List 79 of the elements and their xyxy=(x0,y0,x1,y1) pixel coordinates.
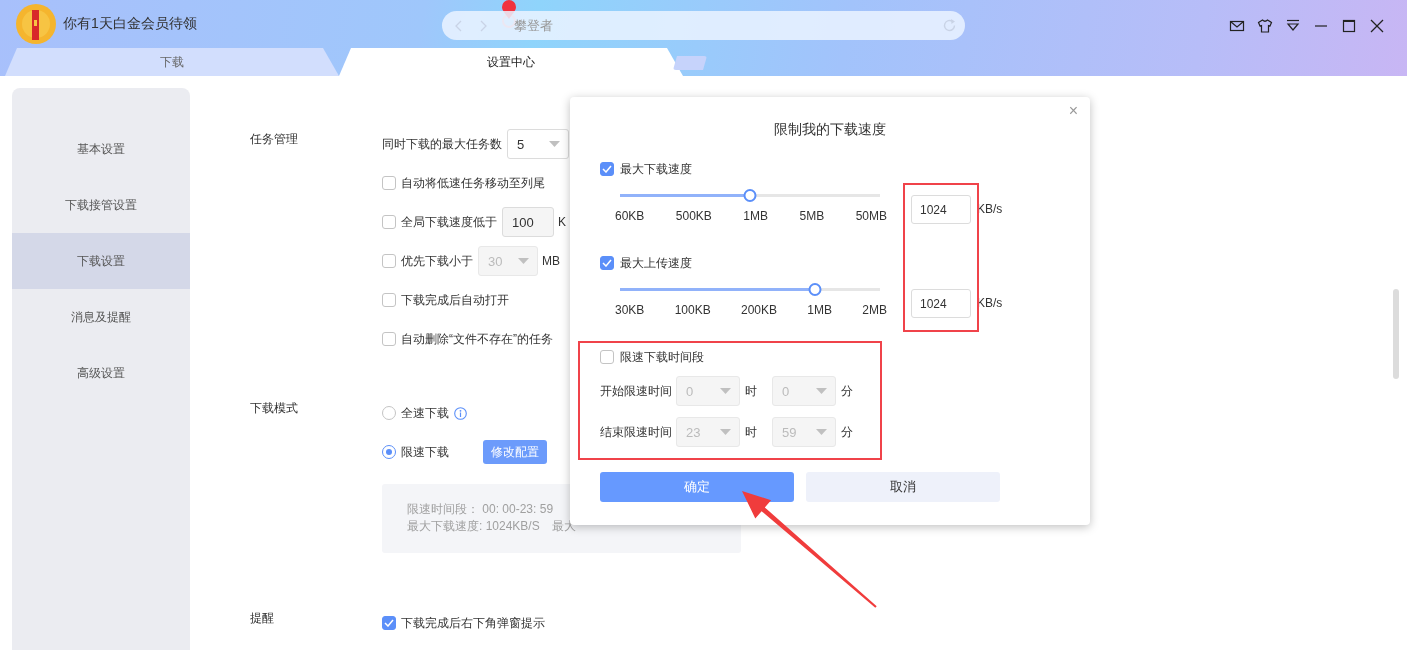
slider-thumb[interactable] xyxy=(743,189,757,202)
checkbox[interactable] xyxy=(600,162,614,176)
slider-thumb[interactable] xyxy=(808,283,822,296)
tick-label: 30KB xyxy=(615,302,645,318)
option-label: 全速下载 xyxy=(401,404,449,422)
unit-label: 时 xyxy=(744,423,758,441)
address-text: 攀登者 xyxy=(514,16,553,35)
avatar-icon[interactable] xyxy=(16,4,56,44)
option-label: 开始限速时间 xyxy=(600,382,673,400)
info-icon[interactable] xyxy=(454,406,467,420)
input-field[interactable]: 1024 xyxy=(911,289,971,318)
info-text: 最大 xyxy=(551,518,576,535)
tick-label: 50MB xyxy=(855,208,887,224)
close-icon[interactable] xyxy=(1369,18,1385,34)
tick-label: 2MB xyxy=(862,302,887,318)
checkbox[interactable] xyxy=(600,256,614,270)
info-text: 最大下载速度: 1024KB/S xyxy=(407,518,540,535)
unit-label: K xyxy=(558,215,566,229)
option-label: 自动删除“文件不存在”的任务 xyxy=(401,330,553,348)
caret-icon xyxy=(720,429,731,435)
option-label: 限速下载时间段 xyxy=(620,348,704,366)
option-label: 最大下载速度 xyxy=(620,160,692,178)
checkbox[interactable] xyxy=(382,293,396,307)
option-label: 最大上传速度 xyxy=(620,254,692,272)
checkbox[interactable] xyxy=(382,616,396,630)
caret-icon xyxy=(816,388,827,394)
checkbox[interactable] xyxy=(600,350,614,364)
info-text: 限速时间段： 00: 00-23: 59 xyxy=(407,501,554,518)
option-label: 下载完成后自动打开 xyxy=(401,291,509,309)
tick-label: 1MB xyxy=(807,302,832,318)
radio-button[interactable] xyxy=(382,445,396,459)
tick-label: 60KB xyxy=(615,208,645,224)
unit-label: 分 xyxy=(840,423,854,441)
tick-label: 500KB xyxy=(675,208,712,224)
mail-icon[interactable] xyxy=(1229,18,1245,34)
maximize-icon[interactable] xyxy=(1341,18,1357,34)
new-tab-button[interactable] xyxy=(673,56,707,70)
tick-label: 100KB xyxy=(674,302,711,318)
tick-label: 200KB xyxy=(741,302,777,318)
tab[interactable]: 设置中心 xyxy=(339,48,683,76)
slider[interactable] xyxy=(620,281,880,297)
section-title: 提醒 xyxy=(250,610,275,627)
caret-icon xyxy=(549,141,560,147)
tab[interactable]: 下载 xyxy=(5,48,339,76)
input-field[interactable]: 100 xyxy=(502,207,554,237)
scrollbar-thumb[interactable] xyxy=(1393,289,1399,379)
sidebar-item[interactable]: 高级设置 xyxy=(12,345,190,401)
promo-text[interactable]: 你有1天白金会员待领 xyxy=(63,15,197,33)
sidebar-item[interactable]: 基本设置 xyxy=(12,121,190,177)
sidebar-item[interactable]: 下载设置 xyxy=(12,233,190,289)
shirt-icon[interactable] xyxy=(1257,18,1273,34)
dropdown[interactable]: 5 xyxy=(507,129,569,159)
section-title: 下载模式 xyxy=(250,400,299,417)
radio-button[interactable] xyxy=(382,406,396,420)
unit-label: 分 xyxy=(840,382,854,400)
tick-label: 5MB xyxy=(799,208,825,224)
checkbox[interactable] xyxy=(382,176,396,190)
checkbox[interactable] xyxy=(382,215,396,229)
caret-icon xyxy=(720,388,731,394)
slider[interactable] xyxy=(620,187,880,203)
option-label: 自动将低速任务移动至列尾 xyxy=(401,174,545,192)
caret-icon xyxy=(518,258,529,264)
sidebar-item[interactable]: 消息及提醒 xyxy=(12,289,190,345)
dialog-title: 限制我的下载速度 xyxy=(773,120,887,139)
option-label: 全局下载速度低于 xyxy=(401,213,497,231)
section-title: 任务管理 xyxy=(250,131,299,148)
option-label: 限速下载 xyxy=(401,443,449,461)
cancel-button[interactable]: 取消 xyxy=(806,472,1000,502)
option-label: 优先下载小于 xyxy=(401,252,473,270)
option-label: 下载完成后右下角弹窗提示 xyxy=(401,614,545,632)
checkbox[interactable] xyxy=(382,332,396,346)
option-label: 同时下载的最大任务数 xyxy=(382,135,502,153)
caret-icon xyxy=(816,429,827,435)
input-field[interactable]: 1024 xyxy=(911,195,971,224)
option-label: 结束限速时间 xyxy=(600,423,673,441)
unit-label: MB xyxy=(542,254,560,268)
tick-label: 1MB xyxy=(743,208,768,224)
sidebar-item[interactable]: 下载接管设置 xyxy=(12,177,190,233)
unit-label: 时 xyxy=(744,382,758,400)
